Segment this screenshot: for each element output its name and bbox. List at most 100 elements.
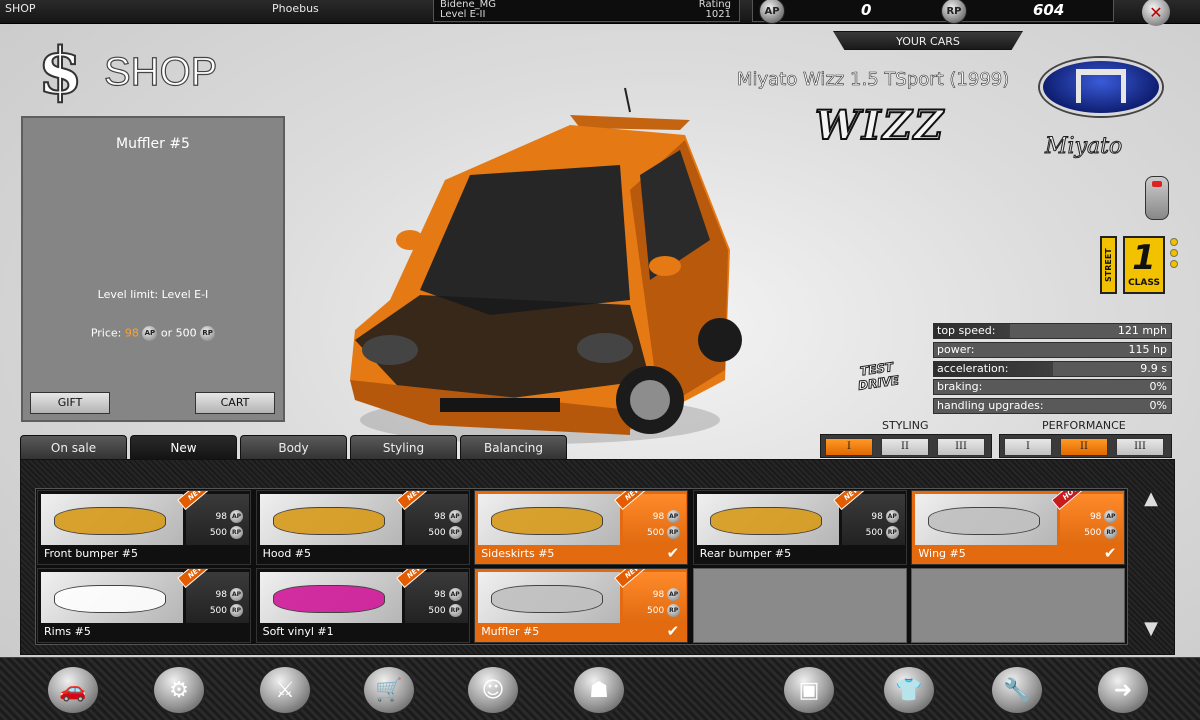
car-paint-icon[interactable]	[1145, 176, 1169, 220]
item-price-rp: 500	[428, 528, 446, 538]
stat-row: acceleration: 9.9 s	[933, 360, 1172, 377]
empty-item-slot	[911, 568, 1126, 643]
section-label: SHOP	[5, 2, 36, 15]
tab-new[interactable]: New	[130, 435, 237, 459]
stat-row: top speed: 121 mph	[933, 323, 1172, 339]
styling-level-ii-button[interactable]: II	[881, 438, 929, 456]
team-icon-glyph: ☗	[589, 677, 609, 703]
gift-button[interactable]: GIFT	[30, 392, 110, 414]
tab-styling[interactable]: Styling	[350, 435, 457, 459]
item-price-rp: 500	[428, 606, 446, 616]
shop-item[interactable]: 98 500 AP RP NEW Rear bumper #5	[692, 490, 907, 565]
ap-coin-icon: AP	[885, 510, 899, 523]
car-garage-icon-glyph: 🚗	[59, 677, 87, 703]
tab-balancing[interactable]: Balancing	[460, 435, 567, 459]
stat-label: top speed:	[937, 324, 996, 337]
item-detail-name: Muffler #5	[116, 136, 190, 152]
stat-value: 0%	[1149, 399, 1167, 413]
rp-coin-icon: RP	[448, 526, 462, 539]
item-price: Price: 98 AP or 500 RP	[23, 326, 283, 341]
item-name: Hood #5	[262, 547, 312, 560]
ap-coin-icon: AP	[448, 510, 462, 523]
clothing-icon[interactable]: 👕	[882, 665, 936, 715]
item-price-ap: 98	[434, 590, 446, 600]
ap-coin-icon: AP	[230, 588, 243, 601]
scroll-up-icon[interactable]: ▲	[1140, 490, 1162, 508]
item-thumbnail	[478, 494, 621, 545]
item-name: Soft vinyl #1	[262, 625, 334, 638]
shop-item[interactable]: 98 500 AP RP NEW Front bumper #5	[37, 490, 251, 565]
item-price-ap: 98	[434, 512, 446, 522]
shop-item[interactable]: 98 500 AP RP NEW Hood #5	[255, 490, 470, 565]
car-preview[interactable]	[330, 80, 750, 460]
performance-level-iii-button[interactable]: III	[1116, 438, 1164, 456]
exit-icon[interactable]: ➜	[1096, 665, 1150, 715]
test-drive-button[interactable]: TEST DRIVE	[849, 358, 909, 413]
price-prefix: Price:	[90, 326, 122, 340]
empty-item-slot	[692, 568, 907, 643]
performance-level-i-button[interactable]: I	[1004, 438, 1052, 456]
race-helmet-icon[interactable]: ⚔	[258, 665, 312, 715]
repair-icon[interactable]: 🔧	[990, 665, 1044, 715]
item-thumbnail	[259, 494, 402, 545]
item-thumbnail	[696, 494, 839, 545]
item-price-ap: 98	[215, 512, 227, 522]
items-panel: 98 500 AP RP NEW Front bumper #5 98 500 AP RP NEW H…	[20, 459, 1175, 655]
shop-item[interactable]: 98 500 AP RP NEW Rims #5	[37, 568, 251, 643]
stat-value: 121 mph	[1117, 324, 1167, 337]
street-badge: STREET	[1100, 236, 1117, 294]
part-preview	[55, 508, 165, 534]
item-thumbnail	[41, 494, 183, 545]
tab-body[interactable]: Body	[240, 435, 347, 459]
item-price-rp: 500	[647, 528, 665, 538]
rp-coin-icon: RP	[667, 526, 681, 539]
items-grid: 98 500 AP RP NEW Front bumper #5 98 500 AP RP NEW H…	[35, 488, 1128, 645]
rating-value: 1021	[705, 9, 731, 20]
item-price-ap: 98	[652, 512, 665, 522]
shop-item[interactable]: 98 500 AP RP NEW Sideskirts #5 ✔	[474, 490, 689, 565]
item-thumbnail	[915, 494, 1058, 545]
your-cars-button[interactable]: YOUR CARS	[833, 31, 1023, 50]
price-rp: 500	[175, 326, 197, 340]
performance-level-ii-button[interactable]: II	[1060, 438, 1108, 456]
shop-item[interactable]: 98 500 AP RP HOT Wing #5 ✔	[911, 490, 1126, 565]
item-thumbnail	[259, 572, 402, 623]
shop-cart-icon[interactable]: 🛒	[362, 665, 416, 715]
item-level-limit: Level limit: Level E-I	[97, 288, 209, 301]
bank-icon[interactable]: ▣	[782, 665, 836, 715]
scroll-down-icon[interactable]: ▼	[1140, 620, 1162, 638]
character-icon-glyph: ☺	[481, 677, 505, 703]
tuning-parts-icon[interactable]: ⚙	[152, 665, 206, 715]
item-thumbnail	[41, 572, 183, 623]
currency-panel: AP 0 RP 604	[752, 0, 1114, 24]
bank-icon-glyph: ▣	[798, 677, 820, 703]
styling-level-iii-button[interactable]: III	[937, 438, 985, 456]
shop-item[interactable]: 98 500 AP RP NEW Soft vinyl #1	[255, 568, 470, 643]
character-icon[interactable]: ☺	[466, 665, 520, 715]
ap-coin-icon: AP	[667, 588, 681, 601]
styling-level-i-button[interactable]: I	[825, 438, 873, 456]
tab-on-sale[interactable]: On sale	[20, 435, 127, 459]
performance-level-selector: I II III	[999, 434, 1172, 458]
stat-label: power:	[937, 342, 975, 356]
close-icon[interactable]: ✕	[1142, 0, 1170, 26]
car-illustration	[350, 87, 742, 444]
rp-coin-icon: RP	[448, 604, 462, 617]
rp-coin-icon: RP	[230, 526, 243, 539]
rp-coin-icon: RP	[1104, 526, 1118, 539]
team-icon[interactable]: ☗	[572, 665, 626, 715]
car-garage-icon[interactable]: 🚗	[46, 665, 100, 715]
class-indicator-dots	[1170, 238, 1178, 271]
car-badge: WIZZ	[814, 101, 946, 150]
car-model-name: Miyato Wizz 1.5 TSport (1999)	[737, 69, 1010, 91]
player-info: Bidene_MG Level E-II Rating 1021	[433, 0, 740, 22]
cart-button[interactable]: CART	[195, 392, 275, 414]
race-helmet-icon-glyph: ⚔	[275, 677, 295, 703]
ap-coin-icon: AP	[230, 510, 243, 523]
item-name: Sideskirts #5	[481, 547, 555, 560]
item-price-ap: 98	[652, 590, 665, 600]
part-preview	[929, 508, 1040, 534]
stat-label: acceleration:	[937, 361, 1009, 375]
item-name: Muffler #5	[481, 625, 540, 638]
shop-item[interactable]: 98 500 AP RP NEW Muffler #5 ✔	[474, 568, 689, 643]
